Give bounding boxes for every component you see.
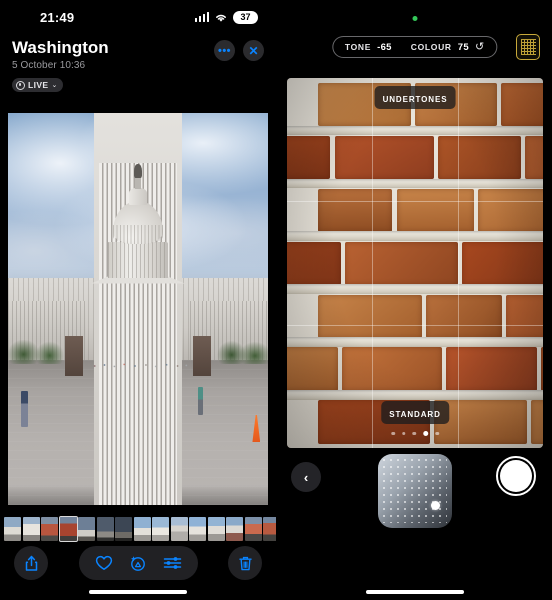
- camera-active-indicator: [412, 16, 417, 21]
- battery-indicator: 37: [233, 10, 258, 24]
- capitol-spire: [134, 176, 142, 190]
- filmstrip-thumbnail[interactable]: [58, 516, 78, 542]
- filmstrip-thumbnail[interactable]: [152, 517, 169, 541]
- live-photo-icon: [16, 80, 25, 90]
- camera-bottom-controls: ‹: [277, 448, 552, 600]
- pad-dot-matrix: [382, 459, 447, 523]
- adjust-button[interactable]: [163, 555, 182, 571]
- grid-icon: [520, 39, 536, 55]
- photo-actions-group: [78, 546, 198, 580]
- lamp-pylon-right: [192, 336, 211, 376]
- photo-toolbar: [0, 544, 276, 582]
- brick-wall-preview: [287, 78, 543, 448]
- page-dot[interactable]: [401, 431, 406, 435]
- wifi-icon: [214, 12, 228, 23]
- back-button[interactable]: ‹: [291, 462, 321, 492]
- style-label-bottom: STANDARD: [381, 401, 449, 424]
- trash-icon: [238, 556, 252, 570]
- photos-app-screen: 21:49 37 Washington 5 October 10:36 ••• …: [0, 0, 276, 600]
- colour-label: COLOUR: [410, 42, 452, 52]
- status-bar-time: 21:49: [40, 9, 75, 25]
- filmstrip-thumbnail[interactable]: [263, 517, 276, 541]
- filmstrip-thumbnail[interactable]: [226, 517, 243, 541]
- photographic-styles-control-pill[interactable]: TONE -65 COLOUR 75 ↺: [331, 36, 498, 58]
- photo-artwork: [8, 113, 268, 505]
- filmstrip-thumbnail[interactable]: [133, 517, 151, 541]
- filmstrip-thumbnail[interactable]: [244, 517, 262, 541]
- tone-value: -65: [377, 41, 392, 53]
- page-dot[interactable]: [391, 431, 395, 435]
- standard-label: STANDARD: [389, 409, 441, 419]
- home-indicator: [89, 590, 187, 594]
- undertones-label: UNDERTONES: [382, 94, 448, 104]
- lamp-pylon-left: [65, 336, 84, 376]
- page-dot[interactable]: [422, 430, 429, 436]
- filmstrip-thumbnail[interactable]: [78, 517, 95, 541]
- visitor-left: [21, 391, 28, 427]
- tone-label: TONE: [344, 42, 372, 52]
- photo-datetime: 5 October 10:36: [12, 60, 86, 71]
- colour-value: 75: [457, 41, 469, 53]
- favourite-button[interactable]: [95, 555, 113, 571]
- camera-viewfinder[interactable]: UNDERTONES STANDARD: [287, 78, 543, 448]
- filmstrip-thumbnail[interactable]: [189, 517, 206, 541]
- more-options-button[interactable]: •••: [214, 40, 235, 61]
- close-button[interactable]: ✕: [243, 40, 264, 61]
- live-photo-label: LIVE: [28, 80, 49, 90]
- us-capitol-building-photo[interactable]: [8, 113, 268, 505]
- battery-percentage: 37: [240, 11, 251, 22]
- photo-header: Washington 5 October 10:36 ••• ✕ LIVE ⌄: [0, 34, 276, 110]
- capitol-lantern: [128, 187, 148, 206]
- status-bar-indicators: 37: [194, 10, 258, 24]
- home-indicator: [365, 590, 464, 594]
- reset-arrow-icon[interactable]: ↺: [475, 41, 484, 53]
- shutter-inner: [500, 460, 532, 492]
- status-bar: 21:49 37: [0, 0, 276, 34]
- visitor-right: [197, 387, 203, 415]
- page-dot[interactable]: [435, 431, 439, 435]
- style-page-dots[interactable]: [391, 430, 439, 436]
- sliders-icon: [163, 557, 181, 569]
- clean-up-button[interactable]: [129, 554, 147, 572]
- pad-handle[interactable]: [430, 501, 440, 510]
- filmstrip-thumbnail[interactable]: [4, 517, 21, 541]
- filmstrip-thumbnail[interactable]: [41, 517, 58, 541]
- photographic-styles-grid-button[interactable]: [516, 34, 540, 60]
- close-icon: ✕: [248, 43, 259, 58]
- filmstrip-thumbnail[interactable]: [115, 517, 132, 541]
- clean-up-icon: [130, 556, 145, 571]
- visitor-crowd: [86, 354, 196, 374]
- filmstrip-thumbnail[interactable]: [96, 517, 114, 541]
- filmstrip-thumbnail[interactable]: [170, 517, 188, 541]
- shutter-button[interactable]: [496, 456, 536, 496]
- page-title: Washington: [12, 38, 109, 57]
- statue-of-freedom: [134, 163, 142, 179]
- camera-app-screen: TONE -65 COLOUR 75 ↺ UNDERTONES STANDARD: [276, 0, 552, 600]
- live-photo-badge[interactable]: LIVE ⌄: [12, 78, 64, 92]
- style-label-top: UNDERTONES: [374, 86, 456, 109]
- share-button[interactable]: [14, 546, 48, 580]
- capitol-dome-base: [108, 242, 168, 278]
- cellular-signal-icon: [194, 12, 209, 22]
- tone-colour-control-pad[interactable]: [377, 454, 452, 528]
- heart-icon: [95, 555, 112, 570]
- photo-vignette: [287, 78, 543, 448]
- filmstrip-thumbnail[interactable]: [22, 517, 40, 541]
- photo-filmstrip[interactable]: [0, 516, 276, 542]
- filmstrip-thumbnail[interactable]: [207, 517, 225, 541]
- page-dot[interactable]: [412, 431, 416, 435]
- share-up-arrow-icon: [25, 555, 37, 571]
- chevron-left-icon: ‹: [303, 469, 309, 485]
- dual-screenshot-container: 21:49 37 Washington 5 October 10:36 ••• …: [0, 0, 552, 600]
- delete-button[interactable]: [228, 546, 262, 580]
- chevron-down-icon: ⌄: [51, 82, 58, 89]
- more-dots-icon: •••: [217, 44, 232, 57]
